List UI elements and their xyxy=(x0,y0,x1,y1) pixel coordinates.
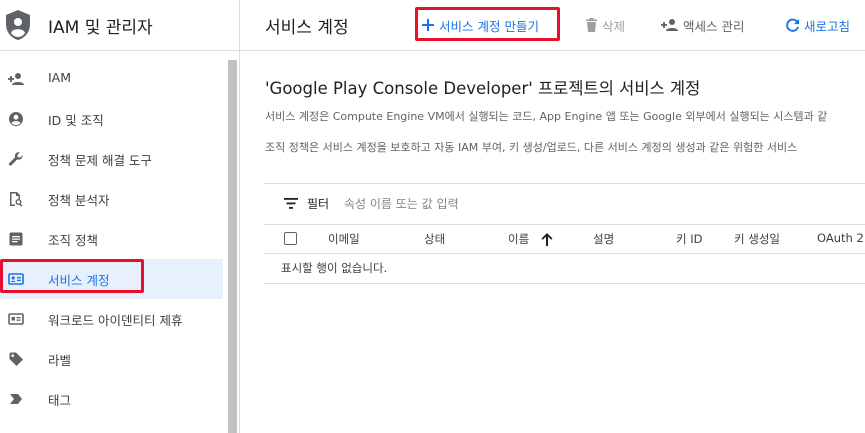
manage-access-label: 액세스 관리 xyxy=(683,18,745,34)
sidebar-nav: IAM ID 및 조직 정책 문제 해결 도구 정책 분석자 조직 정책 서비스… xyxy=(0,59,228,419)
sort-arrow-up-icon[interactable] xyxy=(541,233,553,246)
id-card-icon xyxy=(8,313,24,325)
highlight-box-create-button xyxy=(415,7,560,41)
sidebar-item-label: 태그 xyxy=(48,393,72,408)
person-add-icon xyxy=(661,19,678,31)
list-article-icon xyxy=(9,232,23,246)
sidebar-item-policy-analyzer[interactable]: 정책 분석자 xyxy=(0,179,223,219)
column-header-oauth[interactable]: OAuth 2 xyxy=(817,231,864,245)
column-header-name[interactable]: 이름 xyxy=(508,231,529,247)
document-search-icon xyxy=(10,192,23,207)
sidebar-item-label: 정책 분석자 xyxy=(48,193,110,208)
delete-button[interactable]: 삭제 xyxy=(585,14,625,36)
chevron-tag-icon xyxy=(10,394,22,404)
column-header-key-id[interactable]: 키 ID xyxy=(676,231,702,247)
filter-bar[interactable]: 필터 속성 이름 또는 값 입력 xyxy=(264,184,865,224)
description-service-accounts: 서비스 계정은 Compute Engine VM에서 실행되는 코드, App… xyxy=(265,110,828,123)
sidebar-item-tags[interactable]: 태그 xyxy=(0,379,223,419)
page-title: 서비스 계정 xyxy=(265,18,349,38)
highlight-box-service-accounts xyxy=(0,259,144,293)
select-all-checkbox[interactable] xyxy=(284,232,297,245)
column-header-status[interactable]: 상태 xyxy=(424,231,445,247)
filter-label: 필터 xyxy=(307,197,330,211)
delete-button-label: 삭제 xyxy=(602,18,626,34)
sidebar-item-label: 정책 문제 해결 도구 xyxy=(48,153,152,168)
table-empty-row: 표시할 행이 없습니다. xyxy=(264,254,865,284)
person-add-icon xyxy=(8,73,24,85)
sidebar-item-label: IAM xyxy=(48,70,72,85)
wrench-icon xyxy=(8,152,23,166)
column-header-key-created[interactable]: 키 생성일 xyxy=(734,231,780,247)
product-title: IAM 및 관리자 xyxy=(48,18,153,38)
sidebar-item-label: ID 및 조직 xyxy=(48,113,104,128)
column-header-email[interactable]: 이메일 xyxy=(328,231,360,247)
column-header-description[interactable]: 설명 xyxy=(593,231,614,247)
filter-icon xyxy=(284,198,298,209)
refresh-icon xyxy=(786,18,800,32)
refresh-button[interactable]: 새로고침 xyxy=(785,14,850,36)
sidebar-scrollbar[interactable] xyxy=(228,60,237,433)
sidebar-item-label: 워크로드 아이덴티티 제휴 xyxy=(48,313,183,328)
sidebar-header: IAM 및 관리자 xyxy=(0,0,239,51)
sidebar-item-iam[interactable]: IAM xyxy=(0,59,223,99)
sidebar-item-policy-troubleshooter[interactable]: 정책 문제 해결 도구 xyxy=(0,139,223,179)
empty-table-message: 표시할 행이 없습니다. xyxy=(281,261,388,275)
refresh-button-label: 새로고침 xyxy=(804,18,851,34)
manage-access-button[interactable]: 액세스 관리 xyxy=(661,14,744,36)
section-heading: 'Google Play Console Developer' 프로젝트의 서비… xyxy=(265,79,701,98)
filter-input[interactable]: 속성 이름 또는 값 입력 xyxy=(344,195,459,212)
sidebar-item-identity-organization[interactable]: ID 및 조직 xyxy=(0,99,223,139)
trash-icon xyxy=(586,18,597,32)
table-header-row: 이메일 상태 이름 설명 키 ID 키 생성일 OAuth 2 xyxy=(264,224,865,254)
sidebar-item-label: 라벨 xyxy=(48,353,72,368)
sidebar-item-organization-policies[interactable]: 조직 정책 xyxy=(0,219,223,259)
account-circle-icon xyxy=(9,112,23,126)
iam-shield-logo-icon xyxy=(6,10,30,40)
sidebar: IAM 및 관리자 IAM ID 및 조직 정책 문제 해결 도구 정책 분석자… xyxy=(0,0,240,433)
label-tag-icon xyxy=(9,352,23,366)
sidebar-item-labels[interactable]: 라벨 xyxy=(0,339,223,379)
sidebar-item-label: 조직 정책 xyxy=(48,233,98,248)
description-org-policies: 조직 정책은 서비스 계정을 보호하고 자동 IAM 부여, 키 생성/업로드,… xyxy=(265,141,798,154)
sidebar-item-workload-identity-federation[interactable]: 워크로드 아이덴티티 제휴 xyxy=(0,299,223,339)
